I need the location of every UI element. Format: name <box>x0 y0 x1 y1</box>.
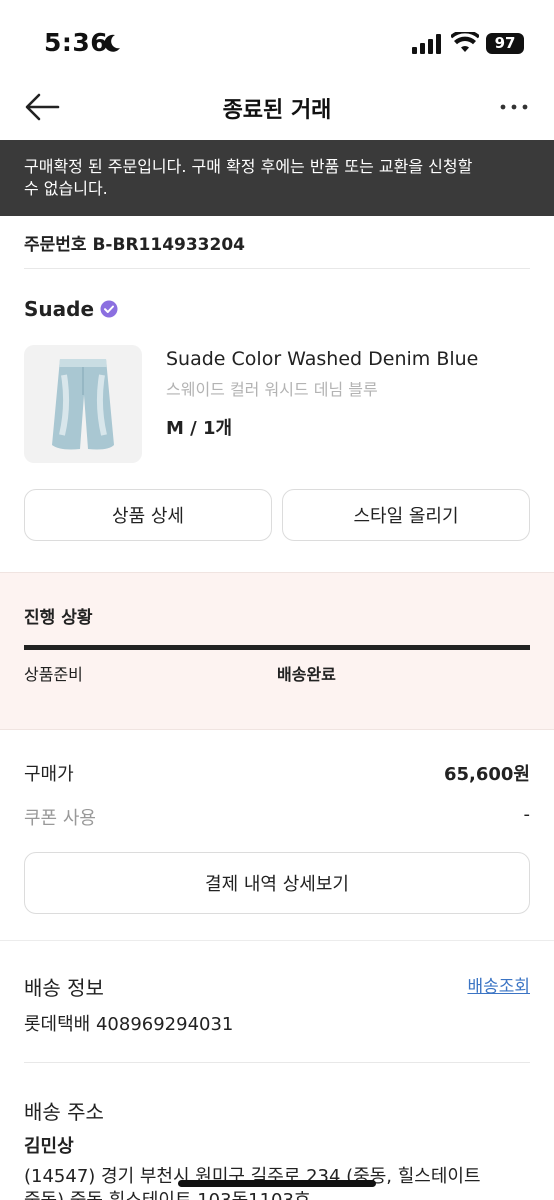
section-divider <box>0 940 554 941</box>
product-detail-button[interactable]: 상품 상세 <box>24 489 272 541</box>
progress-bar <box>24 645 530 650</box>
product-image[interactable] <box>24 345 142 463</box>
order-number: 주문번호 B-BR114933204 <box>24 235 245 255</box>
address-line-2: 중동) 중동 힐스테이트 103동1103호 <box>24 1186 311 1200</box>
purchase-price-value: 65,600원 <box>443 764 530 785</box>
progress-step-preparing: 상품준비 <box>24 665 83 684</box>
brand-row[interactable]: Suade <box>24 296 118 322</box>
track-shipment-link[interactable]: 배송조회 <box>467 972 530 997</box>
divider <box>24 1062 530 1063</box>
moon-icon <box>104 34 120 52</box>
purchase-price-label: 구매가 <box>24 764 74 785</box>
banner-line-2: 수 없습니다. <box>24 179 108 198</box>
jeans-image-icon <box>52 359 114 450</box>
carrier-tracking-number: 롯데택배 408969294031 <box>24 1014 234 1035</box>
progress-section: 진행 상황 상품준비 배송완료 <box>0 572 554 730</box>
post-style-button[interactable]: 스타일 올리기 <box>282 489 530 541</box>
status-time: 5:36 <box>44 28 109 57</box>
coupon-value: - <box>523 804 531 825</box>
brand-name[interactable]: Suade <box>24 297 94 321</box>
product-name-en: Suade Color Washed Denim Blue <box>166 348 479 370</box>
payment-detail-button[interactable]: 결제 내역 상세보기 <box>24 852 530 914</box>
progress-title: 진행 상황 <box>24 608 93 628</box>
purchase-confirmed-banner: 구매확정 된 주문입니다. 구매 확정 후에는 반품 또는 교환을 신청할 수 … <box>0 140 554 216</box>
recipient-name: 김민상 <box>24 1136 74 1157</box>
verified-badge-icon <box>100 300 118 318</box>
nav-bar: 종료된 거래 <box>0 72 554 140</box>
more-options-icon[interactable] <box>500 104 528 110</box>
product-name-ko: 스웨이드 컬러 워시드 데님 블루 <box>166 380 378 399</box>
battery-indicator: 97 <box>486 33 524 54</box>
page-title: 종료된 거래 <box>222 98 332 123</box>
shipping-address-title: 배송 주소 <box>24 1100 104 1124</box>
wifi-icon <box>451 32 479 52</box>
signal-icon <box>412 34 441 54</box>
shipping-info-title: 배송 정보 <box>24 976 104 1000</box>
progress-step-delivered: 배송완료 <box>277 665 336 684</box>
product-option: M / 1개 <box>166 418 233 439</box>
banner-line-1: 구매확정 된 주문입니다. 구매 확정 후에는 반품 또는 교환을 신청할 <box>24 157 473 176</box>
battery-level: 97 <box>494 34 516 52</box>
coupon-label: 쿠폰 사용 <box>24 808 96 829</box>
home-indicator <box>178 1180 376 1187</box>
divider <box>24 268 530 269</box>
